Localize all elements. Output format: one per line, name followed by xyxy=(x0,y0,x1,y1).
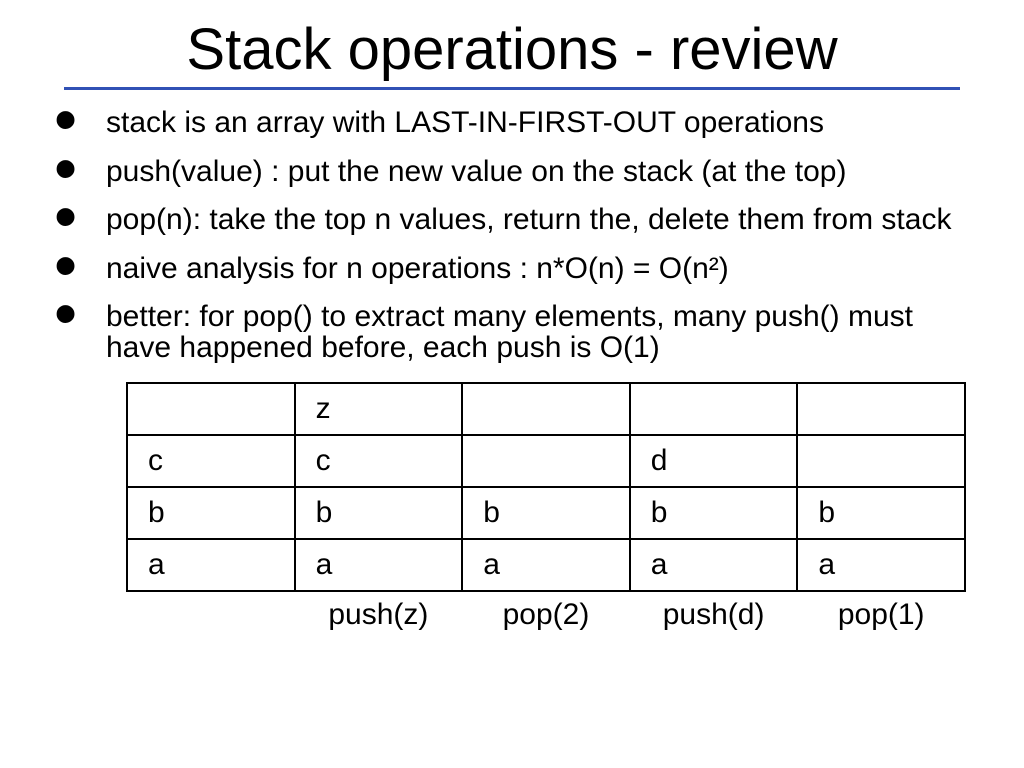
stack-cell xyxy=(797,383,965,435)
stack-cell: a xyxy=(630,539,798,591)
bullet-item: better: for pop() to extract many elemen… xyxy=(50,302,974,363)
stack-cell: a xyxy=(127,539,295,591)
title-underline xyxy=(64,87,960,90)
operation-label xyxy=(127,591,295,638)
bullet-item: stack is an array with LAST-IN-FIRST-OUT… xyxy=(50,108,974,139)
bullet-list: stack is an array with LAST-IN-FIRST-OUT… xyxy=(40,108,984,364)
operation-label: push(d) xyxy=(630,591,798,638)
stack-cell: d xyxy=(630,435,798,487)
stack-cell: a xyxy=(462,539,630,591)
bullet-item: naive analysis for n operations : n*O(n)… xyxy=(50,254,974,285)
stack-cell: z xyxy=(295,383,463,435)
stack-cell: b xyxy=(462,487,630,539)
stack-cell xyxy=(797,435,965,487)
stack-cell xyxy=(127,383,295,435)
bullet-item: pop(n): take the top n values, return th… xyxy=(50,205,974,236)
stack-cell: b xyxy=(630,487,798,539)
operation-label: pop(2) xyxy=(462,591,630,638)
stack-cell xyxy=(630,383,798,435)
operation-label: push(z) xyxy=(295,591,463,638)
slide-title: Stack operations - review xyxy=(40,16,984,83)
stack-cell: b xyxy=(797,487,965,539)
stack-cell: c xyxy=(295,435,463,487)
operation-label: pop(1) xyxy=(797,591,965,638)
stack-cell: a xyxy=(295,539,463,591)
bullet-item: push(value) : put the new value on the s… xyxy=(50,157,974,188)
stack-cell xyxy=(462,435,630,487)
stack-cell: a xyxy=(797,539,965,591)
stack-cell: c xyxy=(127,435,295,487)
stack-cell: b xyxy=(127,487,295,539)
stack-cell: b xyxy=(295,487,463,539)
stack-table: z c c d b b b b b a a a xyxy=(126,382,966,638)
stack-cell xyxy=(462,383,630,435)
slide: Stack operations - review stack is an ar… xyxy=(0,0,1024,768)
